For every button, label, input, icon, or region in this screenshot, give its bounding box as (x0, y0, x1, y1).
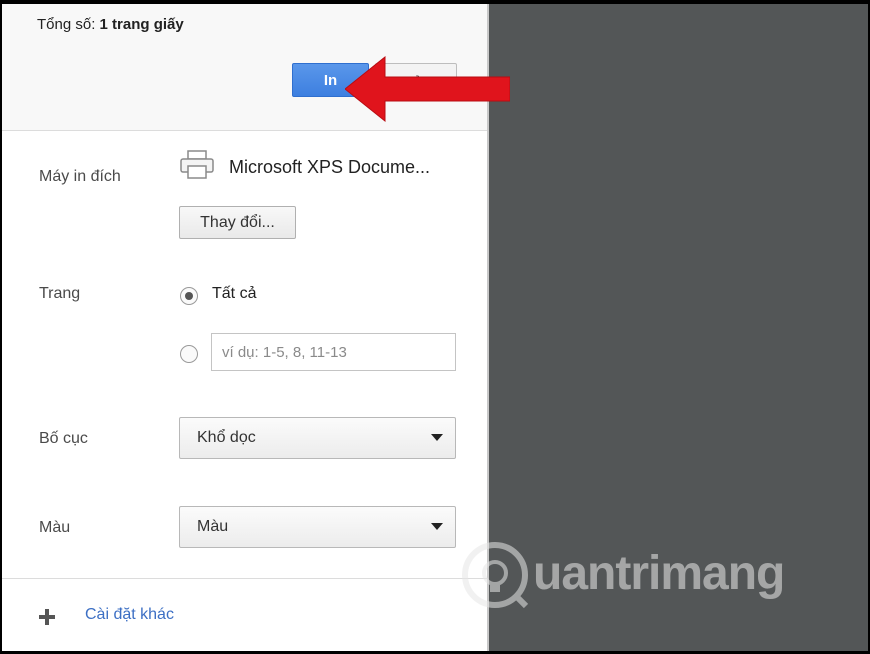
layout-select[interactable]: Khổ dọc (179, 417, 456, 459)
watermark: uantrimang (460, 540, 820, 620)
change-printer-button[interactable]: Thay đổi... (179, 206, 296, 239)
total-pages: Tổng số: 1 trang giấy (37, 16, 184, 33)
total-value: 1 trang giấy (99, 16, 184, 33)
pages-custom-input[interactable] (211, 333, 456, 371)
red-arrow-icon (345, 55, 510, 123)
pages-all-label: Tất cả (212, 285, 257, 302)
color-select[interactable]: Màu (179, 506, 456, 548)
total-label: Tổng số: (37, 16, 96, 33)
printer-name: Microsoft XPS Docume... (229, 157, 431, 177)
color-label: Màu (39, 519, 71, 536)
pages-custom-radio[interactable] (180, 345, 198, 363)
footer-divider (2, 578, 487, 579)
pages-all-radio[interactable] (180, 287, 198, 305)
layout-label: Bố cục (39, 430, 88, 447)
more-settings-link[interactable]: Cài đặt khác (85, 606, 174, 624)
lightbulb-logo-icon (462, 542, 529, 609)
pages-label: Trang (39, 285, 81, 302)
chevron-down-icon (431, 434, 443, 441)
color-selected-value: Màu (197, 518, 229, 535)
watermark-text: uantrimang (533, 547, 785, 600)
layout-selected-value: Khổ dọc (197, 429, 256, 446)
plus-icon[interactable] (39, 609, 55, 625)
printer-icon (180, 150, 214, 179)
destination-label: Máy in đích (39, 168, 121, 185)
chevron-down-icon (431, 523, 443, 530)
